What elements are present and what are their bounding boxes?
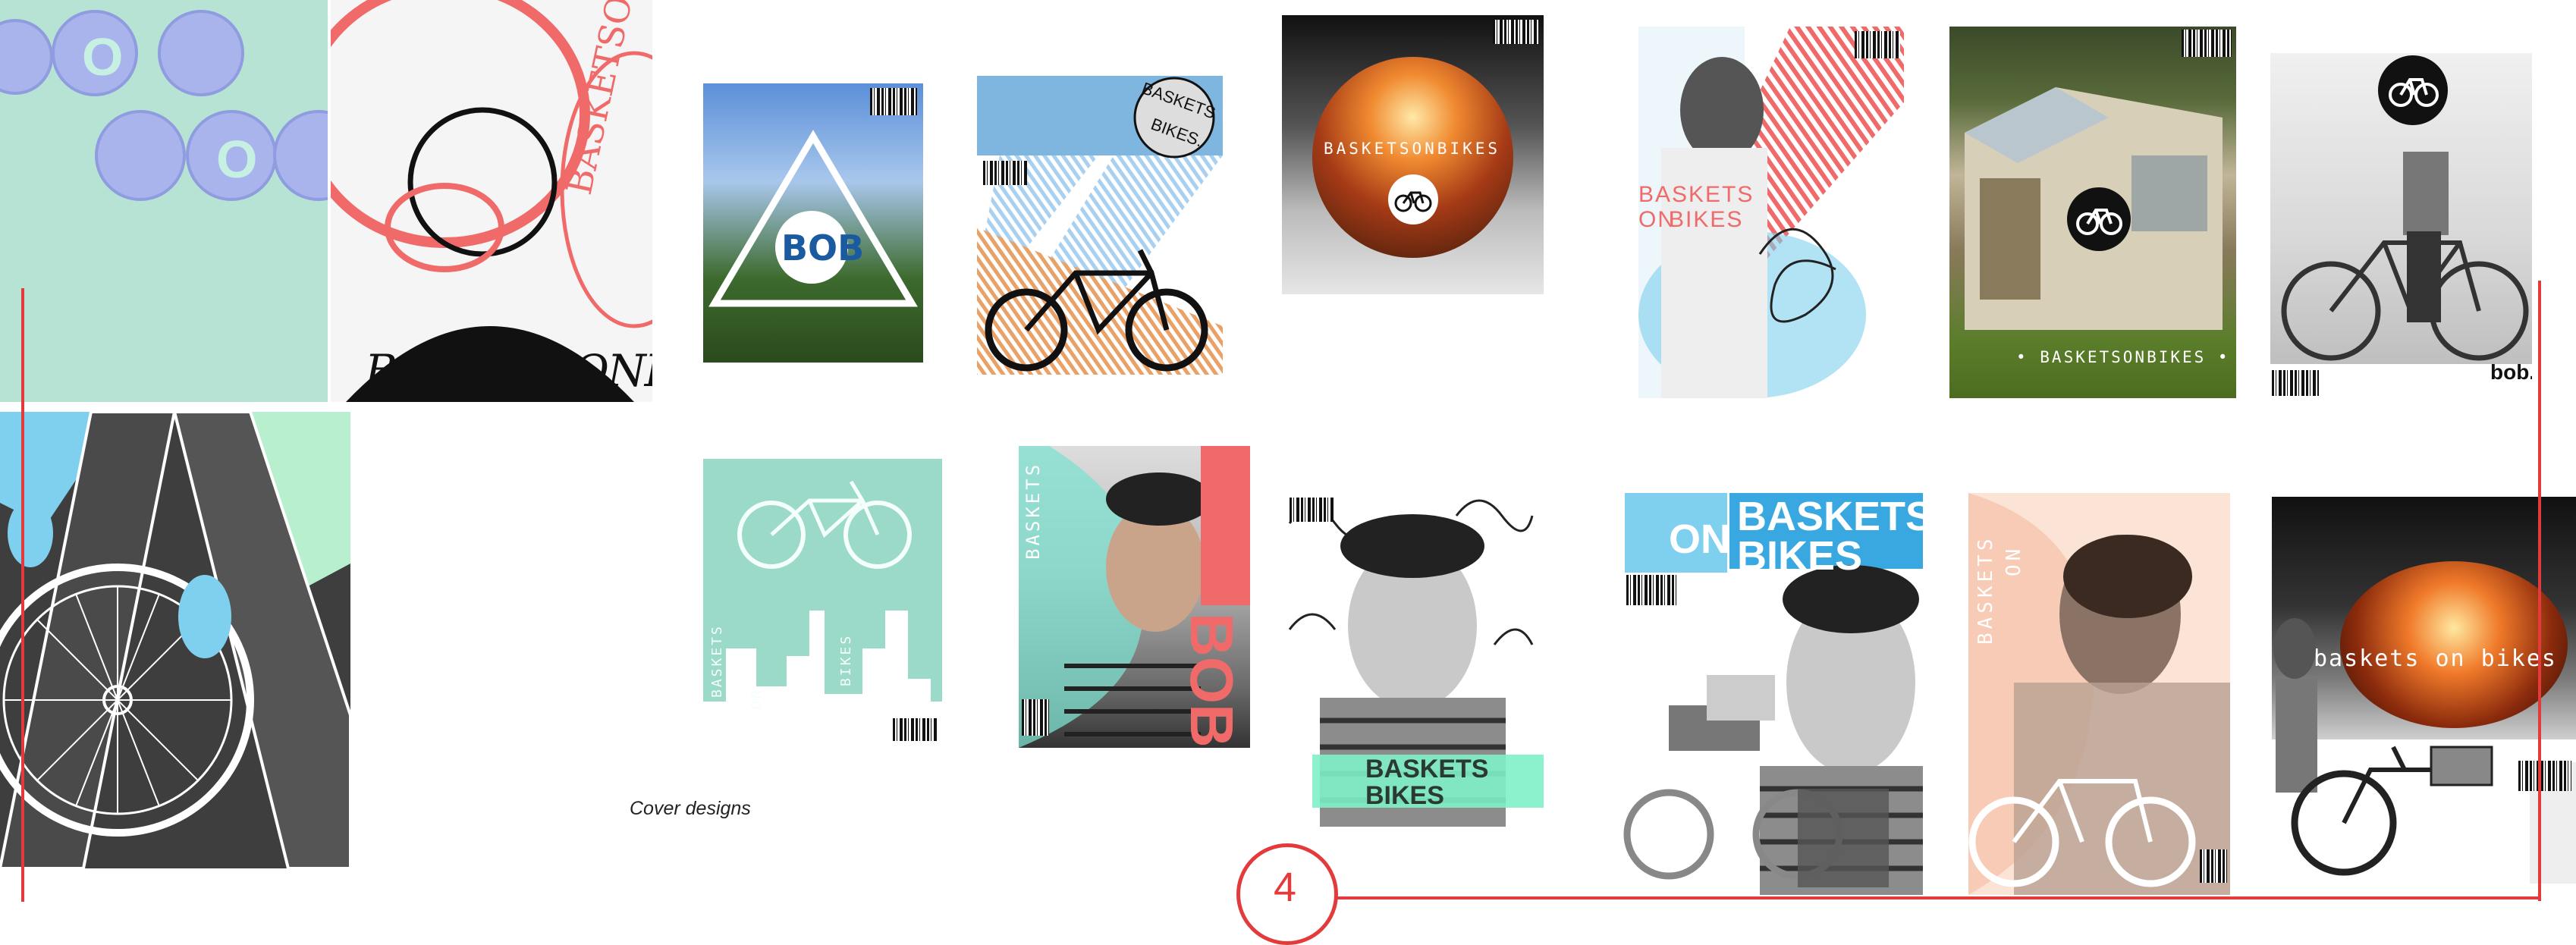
skyline-illustration [703, 480, 942, 702]
panel-dark-bike-wheel [0, 412, 350, 868]
cover-text-baskets: BASKETS [1023, 461, 1044, 560]
wheel-illustration [0, 412, 350, 868]
cover-text-bikes: BIKES [1365, 781, 1444, 810]
barcode [2518, 761, 2571, 791]
bob-logo-text: BOB [781, 228, 865, 268]
cover-text-on: ON [1669, 516, 1730, 562]
barcode [1493, 20, 1538, 44]
accent-line-left [21, 288, 24, 902]
bike-badge-icon [2067, 187, 2131, 251]
bob-small-logo: bob. [2490, 360, 2532, 384]
barcode [2182, 30, 2232, 57]
cover-sunset-bike: baskets on bikes [2272, 497, 2576, 884]
accent-line-right [2538, 281, 2541, 901]
cover-boy-blue-onbikes: BASKETS BIKES ON [1623, 493, 1923, 895]
cover-girl-stripes: BASKETS BIKES ON [1638, 27, 1904, 398]
barcode [2200, 849, 2227, 883]
cover-shed: • BASKETSONBIKES • [1949, 27, 2236, 398]
cover-text-baskets: BASKETS [1974, 535, 1997, 645]
cover-boy-swirls: BASKETS BIKES [1282, 493, 1544, 827]
barcode [1290, 498, 1334, 522]
bob-vertical-logo: BOB [1178, 613, 1246, 748]
barcode [2272, 370, 2319, 396]
panel-mint-bob-pattern: O O [0, 0, 328, 402]
cover-bob-triangle: BOB [703, 83, 923, 363]
cover-mint-skyline: BASKETS ON BIKES [703, 459, 942, 743]
cover-bike-stripes: BASKETS BIKES. [977, 76, 1223, 375]
bike-badge-icon [1388, 174, 1438, 224]
cover-text-on: ON [2003, 545, 2025, 576]
barcode [1626, 575, 1678, 605]
barcode [893, 718, 937, 741]
barcode [983, 161, 1027, 185]
bob-letter: O [216, 130, 258, 189]
stripe-graphics [977, 76, 1223, 375]
cover-text-baskets: BASKETS [1638, 182, 1755, 207]
cover-brand-text: BASKETSONBIKES [1324, 140, 1501, 158]
cover-boy-bike: bob. [2270, 53, 2532, 398]
cover-text-baskets: BASKETS [1365, 755, 1489, 783]
bike-illustration [2273, 618, 2576, 884]
accent-line-bottom [1335, 896, 2541, 899]
cover-text-onbikes: BIKES [1669, 207, 1744, 232]
barcode [1022, 699, 1049, 736]
page-number-badge: 4 [1236, 843, 1338, 945]
page-number: 4 [1274, 865, 1297, 910]
cover-brand-text: • BASKETSONBIKES • [2016, 348, 2230, 366]
panel-coral-circles: BASKETSONBIKES BASKETSONBIKES [331, 0, 652, 402]
cover-boy-bob-coral: BOB BASKETS [1019, 446, 1250, 748]
caption-cover-designs: Cover designs [630, 798, 751, 819]
cover-text-bikes: BIKES [1737, 533, 1863, 579]
barcode [870, 88, 917, 115]
cover-text-bikes: BIKES [838, 633, 854, 686]
cover-text-baskets: BASKETS [709, 624, 725, 698]
cover-smoker-peach: BASKETS ON [1968, 493, 2230, 895]
bob-circle-pattern [0, 10, 328, 201]
arc-brand-text: BASKETSONBIKES [365, 345, 652, 397]
cover-text-on: ON [1638, 207, 1676, 232]
bob-logo: BOB [775, 211, 864, 284]
cover-sunset-circle: BASKETSONBIKES [1282, 15, 1544, 294]
barcode [1855, 31, 1900, 58]
cover-text-on: ON [749, 688, 765, 709]
bob-letter: O [82, 27, 124, 86]
bike-badge-icon [2378, 55, 2448, 125]
